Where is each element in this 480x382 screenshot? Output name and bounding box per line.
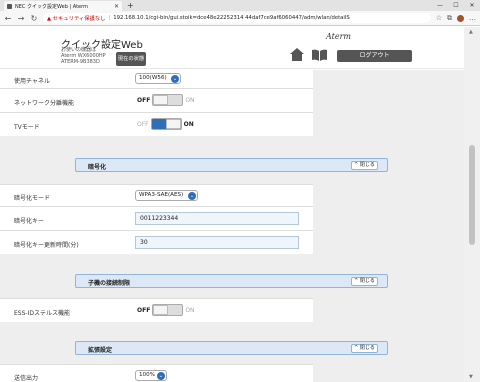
home-icon[interactable] xyxy=(290,48,304,61)
url-text[interactable]: 192.168.10.1/cgi-bin/gui.stoik=dce48e222… xyxy=(113,15,350,21)
url-separator: | xyxy=(108,15,111,21)
minimize-button[interactable]: — xyxy=(432,0,448,11)
window-controls: — ☐ ✕ xyxy=(432,0,480,11)
chevron-down-icon: ⌄ xyxy=(171,75,179,83)
device-id: ATERM-9B383D xyxy=(61,59,100,65)
stealth-label: ESS-IDステルス機能 xyxy=(14,310,70,317)
page-icon xyxy=(7,3,12,9)
browser-tab[interactable]: NEC クイック設定Web | Aterm ✕ xyxy=(4,1,122,11)
security-warning[interactable]: ▲ セキュリティ保護なし xyxy=(47,14,105,22)
toggle-switch[interactable] xyxy=(152,94,184,106)
tv-toggle[interactable]: OFF ON xyxy=(137,118,194,130)
scroll-down-icon[interactable]: ▼ xyxy=(469,374,473,380)
address-bar: ← → ↻ ▲ セキュリティ保護なし | 192.168.10.1/cgi-bi… xyxy=(0,11,480,26)
channel-select[interactable]: 100(W56) ⌄ xyxy=(135,73,181,84)
toggle-off-label: OFF xyxy=(137,96,151,104)
tx-power-select[interactable]: 100% ⌄ xyxy=(135,370,167,381)
toggle-off-label: OFF xyxy=(137,120,149,128)
scrollbar-thumb[interactable] xyxy=(469,145,475,245)
key-update-label: 暗号化キー更新時間(分) xyxy=(14,242,79,249)
maximize-button[interactable]: ☐ xyxy=(448,0,464,11)
encryption-key-label: 暗号化キー xyxy=(14,218,45,225)
menu-icon[interactable]: … xyxy=(469,14,476,22)
toggle-switch[interactable] xyxy=(152,304,184,316)
reload-icon[interactable]: ↻ xyxy=(30,14,38,23)
settings-row-separation: ネットワーク分離機能 OFF ON xyxy=(0,88,313,112)
toggle-knob xyxy=(153,305,169,315)
section-title: 暗号化 xyxy=(88,164,107,171)
encryption-key-input[interactable]: 0011223344 xyxy=(135,212,299,225)
collapse-button[interactable]: ^ 閉じる xyxy=(351,344,378,353)
scroll-up-icon[interactable]: ▲ xyxy=(469,29,473,35)
channel-value: 100(W56) xyxy=(139,75,167,81)
toggle-knob xyxy=(153,95,169,105)
toggle-knob xyxy=(165,119,181,129)
separation-label: ネットワーク分離機能 xyxy=(14,100,75,107)
key-update-input[interactable]: 30 xyxy=(135,236,299,249)
settings-row-tv: TVモード OFF ON xyxy=(0,112,313,136)
channel-label: 使用チャネル xyxy=(14,78,50,85)
page-header: クイック設定Web お使いの機器は Aterm WX6000HP ATERM-9… xyxy=(0,27,464,69)
new-tab-button[interactable]: + xyxy=(127,1,134,11)
toggle-on-label: ON xyxy=(183,120,194,128)
section-title: 子機の接続制限 xyxy=(88,280,131,287)
toggle-switch[interactable] xyxy=(150,118,182,130)
section-header-client-restriction: 子機の接続制限 ^ 閉じる xyxy=(75,274,388,288)
tv-label: TVモード xyxy=(14,124,40,131)
collapse-button[interactable]: ^ 閉じる xyxy=(351,277,378,286)
manual-book-icon[interactable] xyxy=(312,49,327,61)
toggle-off-label: OFF xyxy=(137,306,151,314)
chevron-down-icon: ⌄ xyxy=(188,192,196,200)
tx-power-label: 送信出力 xyxy=(14,375,39,382)
aterm-logo: Aterm xyxy=(326,32,351,41)
section-title: 拡張設定 xyxy=(88,347,113,354)
tab-close-icon[interactable]: ✕ xyxy=(114,3,119,10)
collections-icon[interactable]: ⧉ xyxy=(447,14,452,23)
section-header-encryption: 暗号化 ^ 閉じる xyxy=(75,158,388,172)
settings-row-tx-power: 送信出力 100% ⌄ xyxy=(0,364,313,382)
profile-avatar[interactable] xyxy=(457,14,464,22)
settings-row-encryption-mode: 暗号化モード WPA3-SAE(AES) ⌄ xyxy=(0,184,313,206)
close-window-button[interactable]: ✕ xyxy=(464,0,480,11)
page-scrollbar[interactable]: ▲ ▼ xyxy=(464,27,480,382)
logout-button[interactable]: ログアウト xyxy=(337,50,412,62)
forward-icon[interactable]: → xyxy=(17,14,25,23)
url-field[interactable]: ▲ セキュリティ保護なし | 192.168.10.1/cgi-bin/gui.… xyxy=(43,13,431,23)
collapse-button[interactable]: ^ 閉じる xyxy=(351,161,378,170)
browser-tab-bar: NEC クイック設定Web | Aterm ✕ + xyxy=(0,0,480,11)
encryption-mode-value: WPA3-SAE(AES) xyxy=(139,192,184,198)
device-info: お使いの機器は Aterm WX6000HP ATERM-9B383D xyxy=(61,47,106,65)
back-icon[interactable]: ← xyxy=(4,14,12,23)
section-header-extended: 拡張設定 ^ 閉じる xyxy=(75,341,388,355)
settings-row-stealth: ESS-IDステルス機能 OFF ON xyxy=(0,298,313,322)
settings-row-encryption-key: 暗号化キー 0011223344 xyxy=(0,206,313,230)
stealth-toggle[interactable]: OFF ON xyxy=(137,304,195,316)
encryption-mode-select[interactable]: WPA3-SAE(AES) ⌄ xyxy=(135,190,198,201)
tab-title: NEC クイック設定Web | Aterm xyxy=(15,3,88,10)
encryption-mode-label: 暗号化モード xyxy=(14,195,51,202)
favorite-star-icon[interactable]: ☆ xyxy=(436,14,442,22)
tx-power-value: 100% xyxy=(139,372,155,378)
settings-row-channel: 使用チャネル 100(W56) ⌄ xyxy=(0,70,313,88)
current-status-button[interactable]: 現在の状態 xyxy=(116,52,146,66)
toggle-on-label: ON xyxy=(185,96,195,104)
separation-toggle[interactable]: OFF ON xyxy=(137,94,195,106)
settings-row-key-update: 暗号化キー更新時間(分) 30 xyxy=(0,230,313,254)
toggle-on-label: ON xyxy=(185,306,195,314)
chevron-down-icon: ⌄ xyxy=(157,372,165,380)
settings-content: 使用チャネル 100(W56) ⌄ ネットワーク分離機能 OFF ON TVモー… xyxy=(0,70,464,382)
